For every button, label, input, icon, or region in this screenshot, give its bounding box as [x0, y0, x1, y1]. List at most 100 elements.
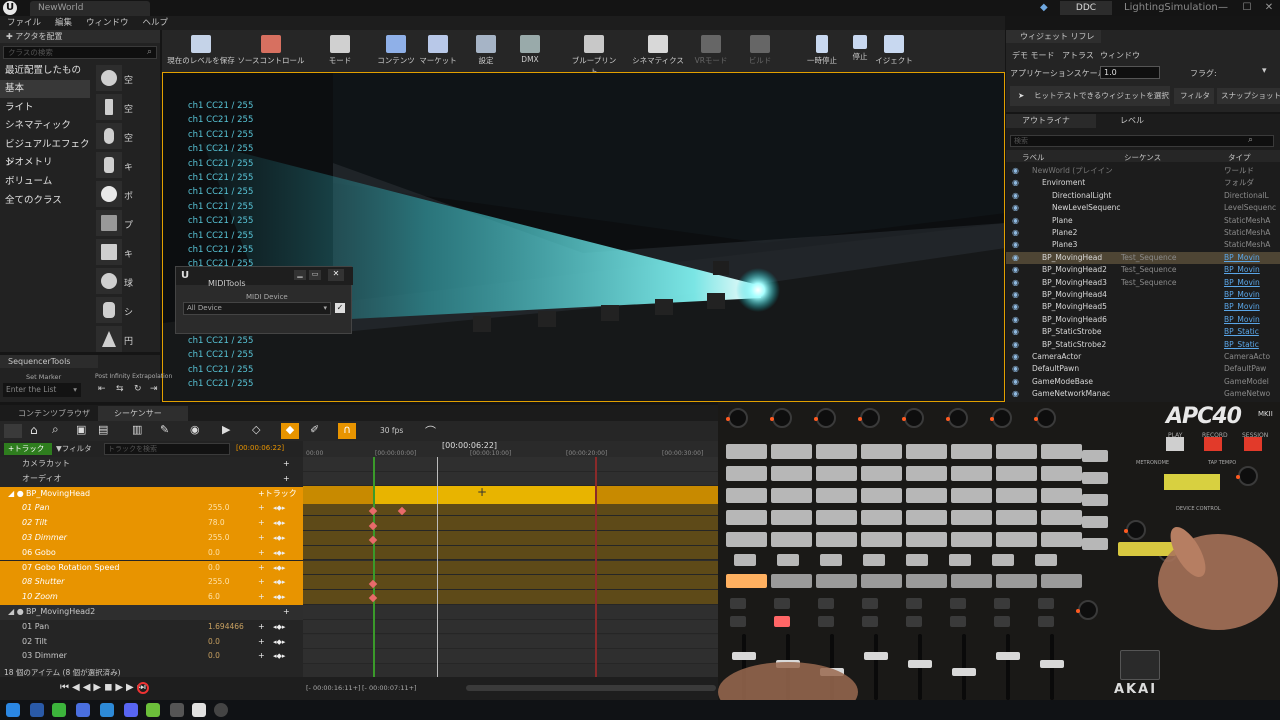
visibility-eye-icon[interactable]: ◉: [1012, 339, 1019, 351]
maximize-button[interactable]: ☐: [1236, 0, 1258, 16]
type-column-header[interactable]: タイプ: [1228, 152, 1251, 163]
content-browser-tab[interactable]: コンテンツブラウザ: [4, 406, 94, 421]
add-track-button[interactable]: +トラック: [4, 443, 52, 455]
sequencer-track[interactable]: ◢ ● BP_MovingHead +トラック: [0, 486, 303, 502]
timeline-row[interactable]: [303, 457, 718, 472]
timeline-row[interactable]: [303, 471, 718, 487]
class-search-input[interactable]: クラスの検索: [3, 46, 157, 59]
render-icon[interactable]: ▣: [76, 423, 86, 436]
ddc-button[interactable]: DDC: [1060, 1, 1112, 15]
visibility-eye-icon[interactable]: ◉: [1012, 351, 1019, 363]
menu-file[interactable]: ファイル: [0, 16, 48, 30]
label-column-header[interactable]: ラベル: [1022, 152, 1045, 163]
actor-empty-pawn-icon[interactable]: [96, 123, 122, 149]
app-icon[interactable]: [170, 703, 184, 717]
outliner-row[interactable]: ◉ NewLevelSequenc LevelSequenc: [1006, 202, 1280, 214]
close-button[interactable]: ✕: [1258, 0, 1280, 16]
fps-select[interactable]: 30 fps: [380, 426, 403, 435]
actor-sphere-icon[interactable]: ◢ ●: [8, 605, 24, 620]
sequencer-track[interactable]: 06 Gobo 0.0 + ◂◆▸: [0, 545, 303, 561]
widget-reflector-tab[interactable]: ウィジェット リフレ: [1006, 30, 1101, 43]
app-icon[interactable]: [146, 703, 160, 717]
outliner-item-type[interactable]: BP_Static: [1224, 339, 1259, 351]
outliner-row[interactable]: ◉ DefaultPawn DefaultPaw: [1006, 363, 1280, 375]
outliner-row[interactable]: ◉ Plane3 StaticMeshA: [1006, 239, 1280, 251]
visibility-eye-icon[interactable]: ◉: [1012, 277, 1019, 289]
timeline-row[interactable]: [303, 605, 718, 620]
sequencer-tab[interactable]: シーケンサー: [98, 406, 188, 421]
discord-icon[interactable]: [124, 703, 138, 717]
outliner-item-type[interactable]: BP_Movin: [1224, 277, 1260, 289]
settings-button[interactable]: 設定: [472, 30, 500, 72]
menu-demo-mode[interactable]: デモ モード: [1012, 50, 1055, 61]
stop-button[interactable]: 停止: [846, 30, 874, 72]
category-recent[interactable]: 最近配置したもの: [0, 62, 90, 80]
chevron-down-icon[interactable]: ▾: [1262, 66, 1267, 76]
bell-icon[interactable]: ◆: [1040, 2, 1048, 13]
windows-start-icon[interactable]: [6, 703, 20, 717]
actor-sphere-icon[interactable]: ◢ ●: [8, 487, 24, 502]
actor-cone-icon[interactable]: [96, 326, 122, 352]
hit-test-widget-button[interactable]: ➤ ヒットテストできるウィジェットを選択: [1010, 86, 1170, 106]
outliner-row[interactable]: ◉ Enviroment フォルダ: [1006, 177, 1280, 189]
outliner-item-type[interactable]: BP_Movin: [1224, 252, 1260, 264]
sequencer-track[interactable]: 10 Zoom 6.0 + ◂◆▸: [0, 590, 303, 605]
film-icon[interactable]: ▥: [132, 423, 142, 436]
timeline-row[interactable]: [303, 516, 718, 531]
sequencer-track[interactable]: 02 Tilt 0.0 + ◂◆▸: [0, 635, 303, 650]
midi-enable-checkbox[interactable]: ✓: [335, 303, 345, 313]
pause-button[interactable]: 一時停止: [802, 30, 842, 72]
visibility-eye-icon[interactable]: ◉: [1012, 215, 1019, 227]
timeline-scrollbar[interactable]: [466, 685, 716, 691]
visibility-eye-icon[interactable]: ◉: [1012, 314, 1019, 326]
extrapolate-both-icon[interactable]: ⇆: [116, 384, 124, 394]
eye-icon[interactable]: ◉: [190, 423, 200, 436]
auto-key-icon[interactable]: ◆: [281, 423, 299, 439]
key-nav-icon[interactable]: ◂◆▸: [273, 546, 285, 561]
timeline-row[interactable]: [303, 545, 718, 561]
track-value[interactable]: 0.0: [208, 546, 220, 561]
actor-cylinder-icon[interactable]: [96, 297, 122, 323]
outliner-row[interactable]: ◉ GameNetworkManac GameNetwo: [1006, 388, 1280, 400]
task-view-icon[interactable]: [30, 703, 44, 717]
outliner-item-type[interactable]: BP_Movin: [1224, 301, 1260, 313]
unreal-taskbar-icon[interactable]: [192, 703, 206, 717]
menu-window[interactable]: ウィンドウ: [79, 16, 136, 30]
outliner-row[interactable]: ◉ Plane StaticMeshA: [1006, 215, 1280, 227]
extrapolate-left-icon[interactable]: ⇤: [98, 384, 106, 394]
track-value[interactable]: 0.0: [208, 649, 220, 664]
save-level-button[interactable]: 現在のレベルを保存: [166, 30, 236, 72]
track-value[interactable]: 255.0: [208, 501, 229, 516]
outliner-row[interactable]: ◉ NewWorld (プレイイン ワールド: [1006, 165, 1280, 177]
add-key-icon[interactable]: +: [283, 605, 290, 620]
add-track-button[interactable]: +トラック: [258, 487, 297, 502]
visibility-eye-icon[interactable]: ◉: [1012, 202, 1019, 214]
transport-controls[interactable]: ⏮◀◀▶◼▶▶⏭: [60, 682, 149, 693]
outliner-row[interactable]: ◉ BP_MovingHead2 Test_Sequence BP_Movin: [1006, 264, 1280, 276]
key-nav-icon[interactable]: ◂◆▸: [273, 590, 285, 605]
content-button[interactable]: コンテンツ: [374, 30, 418, 72]
track-value[interactable]: 255.0: [208, 531, 229, 546]
blueprints-button[interactable]: ブループリント: [568, 30, 620, 76]
search-icon[interactable]: ⌕: [52, 422, 59, 437]
key-nav-icon[interactable]: ◂◆▸: [273, 649, 285, 664]
track-value[interactable]: 78.0: [208, 516, 225, 531]
range-start-field[interactable]: [- 00:00:16:11+]: [306, 684, 361, 692]
camera-icon[interactable]: ⌂: [30, 423, 38, 437]
sequencer-track[interactable]: カメラカット +: [0, 457, 303, 472]
app-scale-input[interactable]: 1.0: [1100, 66, 1160, 79]
outliner-row[interactable]: ◉ BP_MovingHead3 Test_Sequence BP_Movin: [1006, 277, 1280, 289]
extrapolate-const-icon[interactable]: ⇥: [150, 384, 158, 394]
app-icon[interactable]: [214, 703, 228, 717]
sequencer-track[interactable]: 03 Dimmer 0.0 + ◂◆▸: [0, 649, 303, 664]
actor-empty-character-icon[interactable]: [96, 94, 122, 120]
timeline-row[interactable]: [303, 619, 718, 635]
outliner-item-type[interactable]: BP_Movin: [1224, 264, 1260, 276]
category-basic[interactable]: 基本: [0, 80, 90, 98]
outliner-row[interactable]: ◉ Plane2 StaticMeshA: [1006, 227, 1280, 239]
source-control-button[interactable]: ソースコントロール: [236, 30, 306, 72]
record-icon[interactable]: [137, 682, 149, 694]
app-icon[interactable]: [100, 703, 114, 717]
add-key-icon[interactable]: +: [258, 501, 265, 516]
add-key-icon[interactable]: +: [258, 575, 265, 590]
